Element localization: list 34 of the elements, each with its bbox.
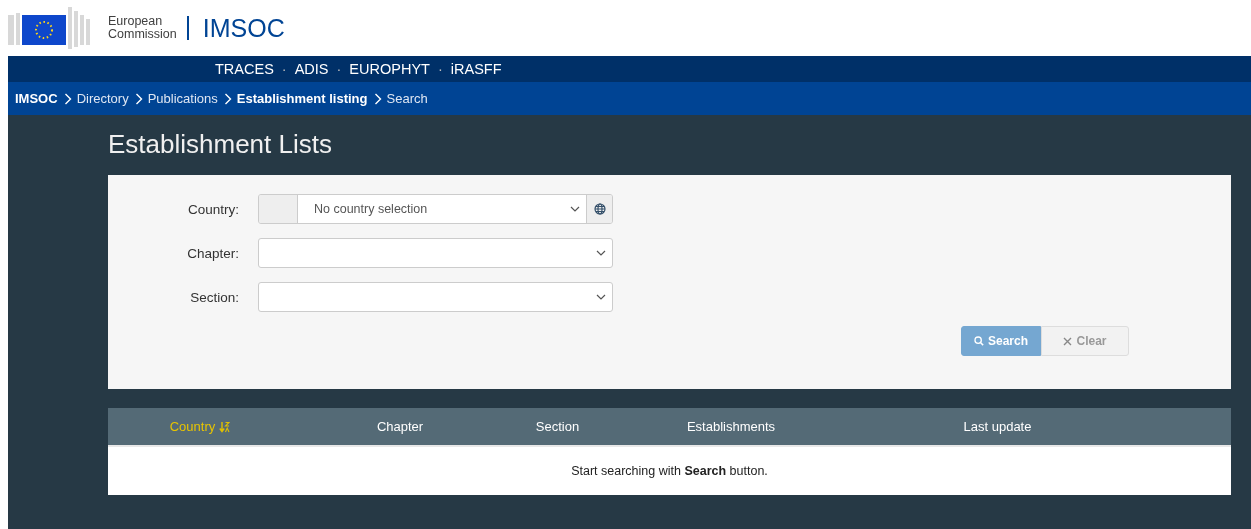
- field-label: Country:: [186, 201, 239, 217]
- breadcrumb-link[interactable]: Establishment listing: [236, 91, 368, 106]
- chevron-icon: [373, 92, 382, 105]
- chevron-icon: [63, 92, 72, 105]
- breadcrumb-link[interactable]: IMSOC: [15, 91, 58, 106]
- empty-message: Start searching with Search button.: [571, 464, 768, 478]
- column-header[interactable]: Establishments: [607, 408, 855, 445]
- organisation-name: European Commission: [108, 15, 177, 41]
- column-header[interactable]: Last update: [855, 408, 1140, 445]
- page-title: Establishment Lists: [108, 129, 333, 161]
- chevron-icon: [134, 92, 143, 105]
- system-link[interactable]: TRACES: [215, 61, 274, 77]
- separator-dot: ·: [336, 61, 342, 77]
- app-name: IMSOC: [202, 13, 285, 43]
- breadcrumb-link[interactable]: Directory: [76, 91, 129, 106]
- chevron-icon: [223, 92, 232, 105]
- search-icon: [974, 335, 984, 347]
- sort-icon: [219, 420, 231, 433]
- breadcrumb-link[interactable]: Search: [386, 91, 428, 106]
- column-header[interactable]: Chapter: [292, 408, 508, 445]
- system-link[interactable]: ADIS: [294, 61, 329, 77]
- system-link[interactable]: EUROPHYT: [349, 61, 430, 77]
- close-icon: [1063, 336, 1073, 346]
- field-label: Section:: [189, 289, 239, 305]
- separator-dot: ·: [437, 61, 443, 77]
- select-field[interactable]: [258, 238, 613, 268]
- field-label: Chapter:: [186, 245, 239, 261]
- separator-dot: ·: [281, 61, 287, 77]
- select-field[interactable]: [258, 282, 613, 312]
- caret-icon: [596, 294, 606, 300]
- caret-icon: [596, 250, 606, 256]
- breadcrumb-link[interactable]: Publications: [147, 91, 218, 106]
- column-header[interactable]: Section: [508, 408, 607, 445]
- system-link[interactable]: iRASFF: [450, 61, 502, 77]
